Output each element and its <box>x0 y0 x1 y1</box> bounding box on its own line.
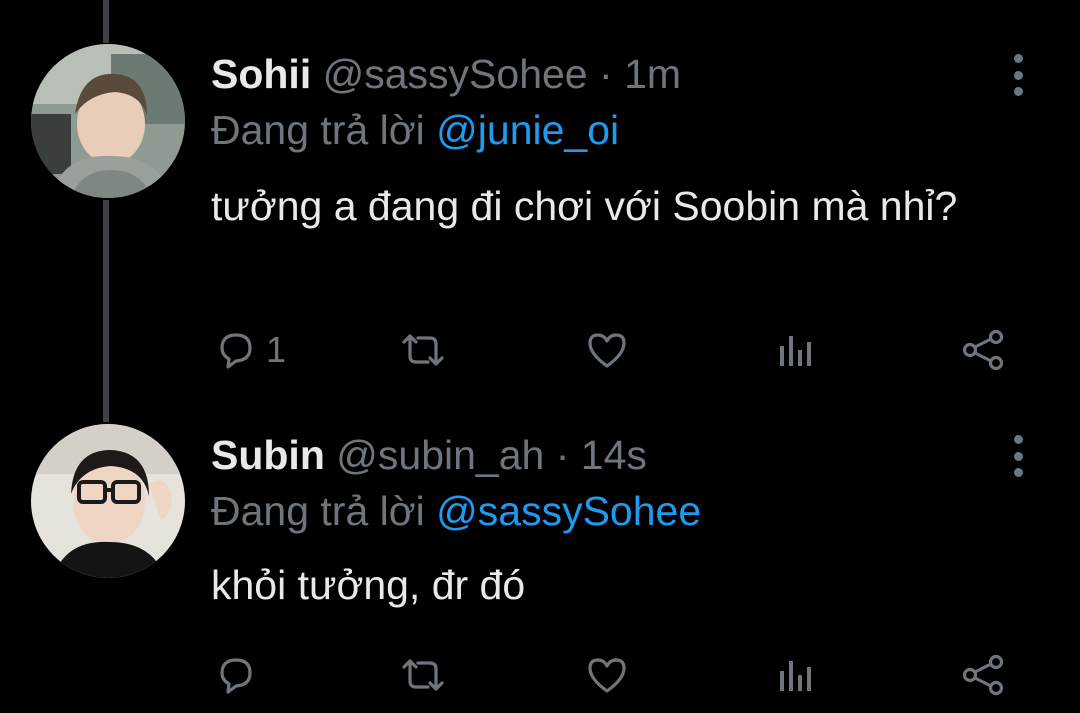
tweet-actions: 1 <box>0 320 1080 380</box>
avatar[interactable] <box>31 424 185 578</box>
replying-to-label: Đang trả lời <box>211 488 425 534</box>
like-button[interactable] <box>584 320 630 380</box>
like-button[interactable] <box>584 645 630 705</box>
mention-link[interactable]: @junie_oi <box>436 107 619 153</box>
tweet[interactable]: Sohii @sassySohee · 1m Đang trả lời @jun… <box>0 44 1080 390</box>
tweet[interactable]: Subin @subin_ah · 14s Đang trả lời @sass… <box>0 424 1080 713</box>
replying-to-label: Đang trả lời <box>211 107 425 153</box>
analytics-button[interactable] <box>776 320 816 380</box>
avatar[interactable] <box>31 44 185 198</box>
user-handle[interactable]: @subin_ah <box>336 432 544 478</box>
retweet-icon <box>402 334 444 366</box>
like-icon <box>588 333 626 368</box>
tweet-header: Sohii @sassySohee · 1m <box>211 50 681 98</box>
separator-dot: · <box>555 432 570 478</box>
timestamp[interactable]: 1m <box>624 51 681 97</box>
reply-count: 1 <box>266 329 287 370</box>
replying-to: Đang trả lời @junie_oi <box>211 106 619 154</box>
timestamp[interactable]: 14s <box>581 432 647 478</box>
reply-icon <box>220 658 252 694</box>
share-button[interactable] <box>960 320 1006 380</box>
retweet-button[interactable] <box>398 645 448 705</box>
display-name[interactable]: Subin <box>211 432 325 478</box>
user-handle[interactable]: @sassySohee <box>323 51 588 97</box>
reply-button[interactable]: 1 <box>214 320 286 380</box>
retweet-icon <box>402 659 444 691</box>
share-icon <box>962 329 1004 371</box>
tweet-text: tưởng a đang đi chơi với Soobin mà nhỉ? <box>211 183 958 229</box>
analytics-icon <box>780 336 811 366</box>
more-options-icon[interactable] <box>998 50 1038 100</box>
like-icon <box>588 658 626 693</box>
tweet-actions <box>0 645 1080 705</box>
more-options-icon[interactable] <box>998 431 1038 481</box>
analytics-button[interactable] <box>776 645 816 705</box>
separator-dot: · <box>599 51 613 97</box>
tweet-header: Subin @subin_ah · 14s <box>211 431 647 479</box>
share-button[interactable] <box>960 645 1006 705</box>
reply-button[interactable] <box>214 645 266 705</box>
tweet-text: khỏi tưởng, đr đó <box>211 562 526 608</box>
replying-to: Đang trả lời @sassySohee <box>211 487 701 535</box>
reply-icon <box>220 333 252 369</box>
share-icon <box>962 654 1004 696</box>
retweet-button[interactable] <box>398 320 448 380</box>
analytics-icon <box>780 661 811 691</box>
mention-link[interactable]: @sassySohee <box>436 488 701 534</box>
thread-line-top <box>103 0 109 43</box>
display-name[interactable]: Sohii <box>211 51 311 97</box>
